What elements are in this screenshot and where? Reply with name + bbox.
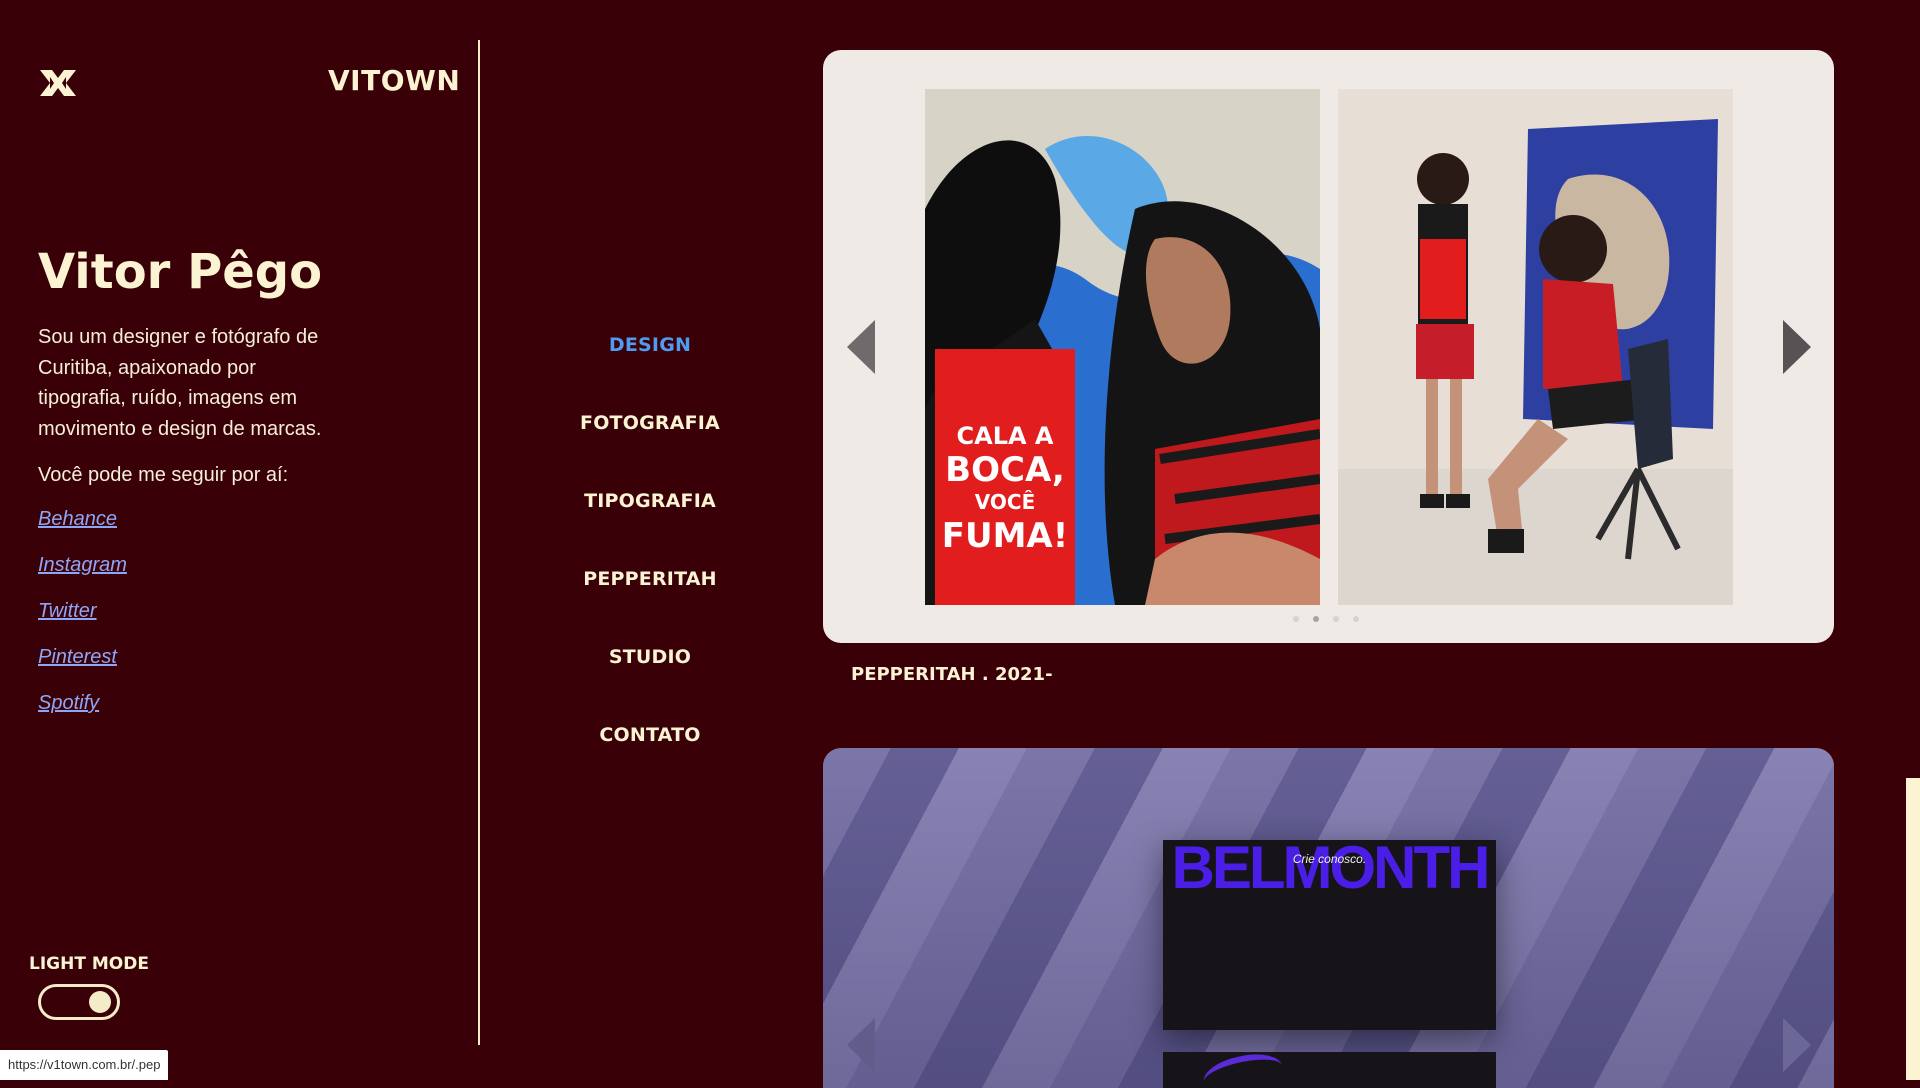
- nav-studio[interactable]: STUDIO: [540, 632, 760, 710]
- carousel-prev-arrow-icon[interactable]: [847, 320, 875, 374]
- nav-fotografia[interactable]: FOTOGRAFIA: [540, 398, 760, 476]
- status-bar-url: https://v1town.com.br/.pep: [0, 1050, 169, 1080]
- follow-text: Você pode me seguir por aí:: [38, 464, 289, 486]
- carousel-next-arrow-icon[interactable]: [1783, 1018, 1811, 1072]
- project-caption: PEPPERITAH . 2021-: [851, 664, 1053, 685]
- carousel-dots: [1293, 616, 1359, 622]
- nav-contato[interactable]: CONTATO: [540, 710, 760, 788]
- svg-text:FUMA!: FUMA!: [942, 516, 1069, 556]
- brand-wordmark[interactable]: VITOWN: [328, 64, 460, 97]
- carousel-dot[interactable]: [1353, 616, 1359, 622]
- photo-smoking-portrait: CALA A BOCA, VOCÊ FUMA!: [925, 89, 1320, 605]
- svg-text:VOCÊ: VOCÊ: [975, 490, 1035, 514]
- x-logo-icon[interactable]: [38, 68, 78, 98]
- nav-tipografia[interactable]: TIPOGRAFIA: [540, 476, 760, 554]
- profile-bio: Sou um designer e fotógrafo de Curitiba,…: [38, 326, 322, 440]
- svg-text:BOCA,: BOCA,: [945, 450, 1065, 490]
- light-mode-label: LIGHT MODE: [29, 954, 149, 974]
- carousel-next-arrow-icon[interactable]: [1783, 320, 1811, 374]
- carousel-dot-active[interactable]: [1313, 616, 1319, 622]
- nav-pepperitah[interactable]: PEPPERITAH: [540, 554, 760, 632]
- light-mode-toggle[interactable]: [38, 984, 120, 1020]
- profile-name: Vitor Pêgo: [38, 244, 323, 300]
- link-behance[interactable]: Behance: [38, 508, 117, 530]
- carousel-dot[interactable]: [1333, 616, 1339, 622]
- belmonth-tagline: Crie conosco.: [1292, 852, 1367, 866]
- svg-text:CALA A: CALA A: [957, 422, 1054, 450]
- nav-design[interactable]: DESIGN: [540, 320, 760, 398]
- link-twitter[interactable]: Twitter: [38, 600, 97, 622]
- toggle-knob: [89, 991, 111, 1013]
- link-instagram[interactable]: Instagram: [38, 554, 127, 576]
- project-carousel-pepperitah: CALA A BOCA, VOCÊ FUMA!: [823, 50, 1834, 643]
- link-spotify[interactable]: Spotify: [38, 692, 99, 714]
- carousel-dot[interactable]: [1293, 616, 1299, 622]
- belmonth-screen-mockup-2: [1163, 1048, 1496, 1088]
- link-pinterest[interactable]: Pinterest: [38, 646, 117, 668]
- carousel-prev-arrow-icon[interactable]: [847, 1018, 875, 1072]
- belmonth-screen-mockup: BELMONTH Crie conosco.: [1163, 834, 1496, 1030]
- photo-duo-portrait: [1338, 89, 1733, 605]
- column-divider: [478, 40, 480, 1045]
- main-nav: DESIGN FOTOGRAFIA TIPOGRAFIA PEPPERITAH …: [540, 320, 760, 788]
- scrollbar-thumb[interactable]: [1906, 778, 1920, 1080]
- social-links: Behance Instagram Twitter Pinterest Spot…: [38, 508, 127, 738]
- belmonth-title: BELMONTH: [1171, 834, 1491, 901]
- project-carousel-belmonth: BELMONTH Crie conosco.: [823, 748, 1834, 1088]
